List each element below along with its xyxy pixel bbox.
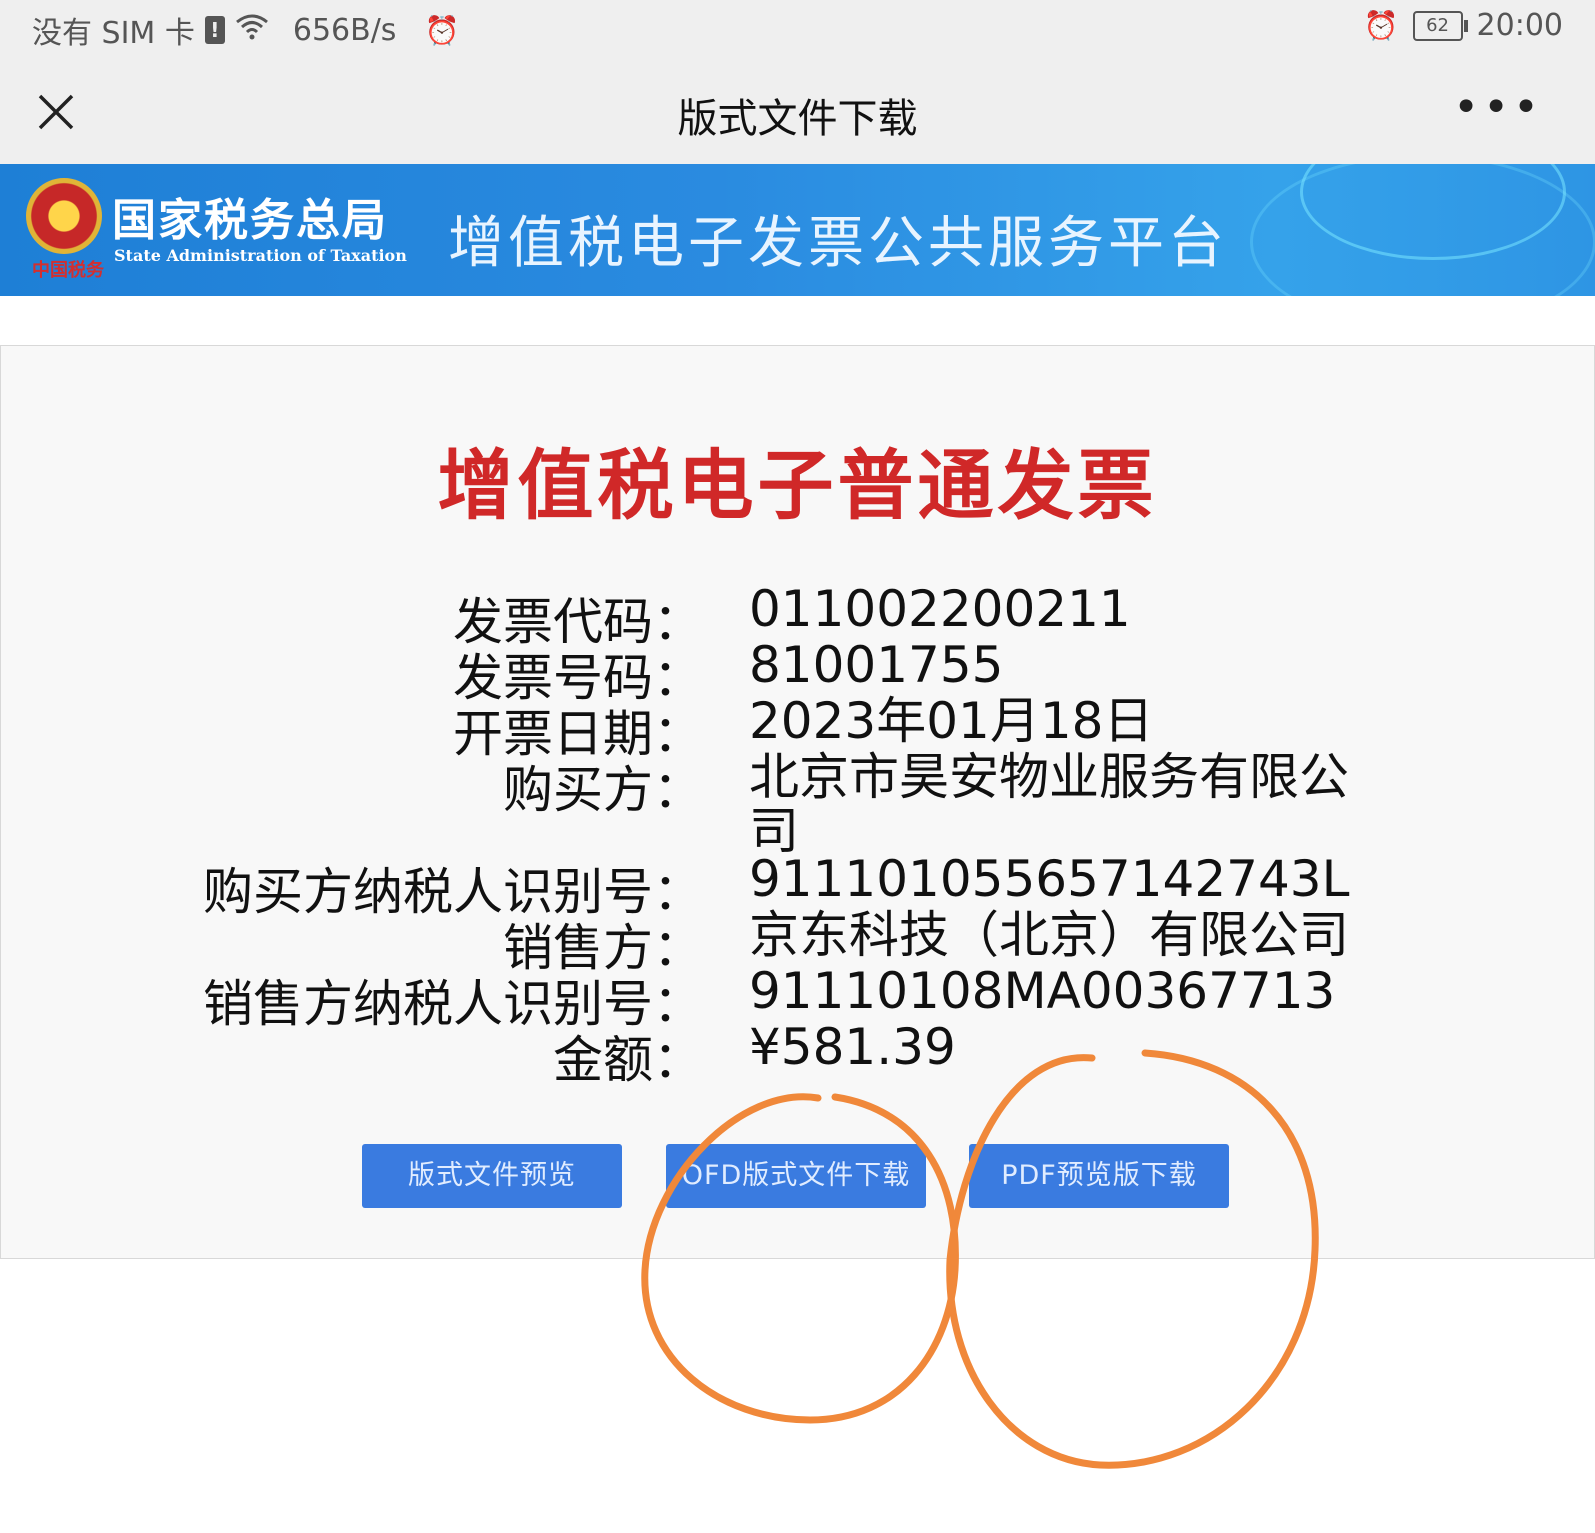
field-label: 金额： [553, 1031, 703, 1089]
carrier-text: 没有 SIM 卡 [32, 16, 195, 51]
field-value: 京东科技（北京）有限公司 [749, 906, 1349, 964]
sim-alert-icon: ! [204, 16, 225, 44]
pdf-download-button[interactable]: PDF预览版下载 [969, 1144, 1229, 1208]
wifi-icon [235, 12, 269, 48]
field-value: ¥581.39 [749, 1018, 956, 1076]
field-value: 2023年01月18日 [749, 692, 1154, 750]
org-name: 国家税务总局 [112, 195, 388, 246]
org-english-name: State Administration of Taxation [114, 246, 407, 265]
invoice-card: 增值税电子普通发票 发票代码： 011002200211 发票号码： 81001… [0, 345, 1595, 1259]
decorative-ring [1250, 164, 1595, 296]
field-value: 81001755 [749, 636, 1004, 694]
field-label: 购买方： [503, 761, 703, 819]
platform-name: 增值税电子发票公共服务平台 [448, 211, 1228, 276]
status-right: ⏰ 62 20:00 [1364, 8, 1563, 43]
emblem-caption: 中国税务 [32, 260, 104, 281]
alarm-clock-icon: ⏰ [1363, 9, 1399, 42]
nav-bar: 版式文件下载 ••• [0, 60, 1595, 164]
more-options-icon[interactable]: ••• [1453, 82, 1543, 133]
header-banner: 中国税务 国家税务总局 State Administration of Taxa… [0, 164, 1595, 296]
network-speed: 656B/s [292, 12, 397, 48]
page-title: 版式文件下载 [677, 96, 918, 142]
field-value: 011002200211 [749, 580, 1131, 638]
national-emblem-logo [26, 178, 102, 254]
preview-button[interactable]: 版式文件预览 [362, 1144, 622, 1208]
status-bar: 没有 SIM 卡 ! 656B/s ⏰ ⏰ 62 20:00 [0, 0, 1595, 60]
invoice-title: 增值税电子普通发票 [437, 441, 1158, 530]
field-value: 91110108MA00367713 [749, 962, 1336, 1020]
alarm-icon: ⏰ [424, 13, 460, 47]
battery-icon: 62 [1412, 10, 1468, 41]
field-value: 北京市昊安物业服务有限公司 [749, 748, 1349, 860]
status-left: 没有 SIM 卡 ! 656B/s ⏰ [32, 8, 459, 52]
clock-time: 20:00 [1476, 8, 1563, 43]
ofd-download-button[interactable]: OFD版式文件下载 [666, 1144, 926, 1208]
field-value: 911101055657142743L [749, 850, 1350, 908]
